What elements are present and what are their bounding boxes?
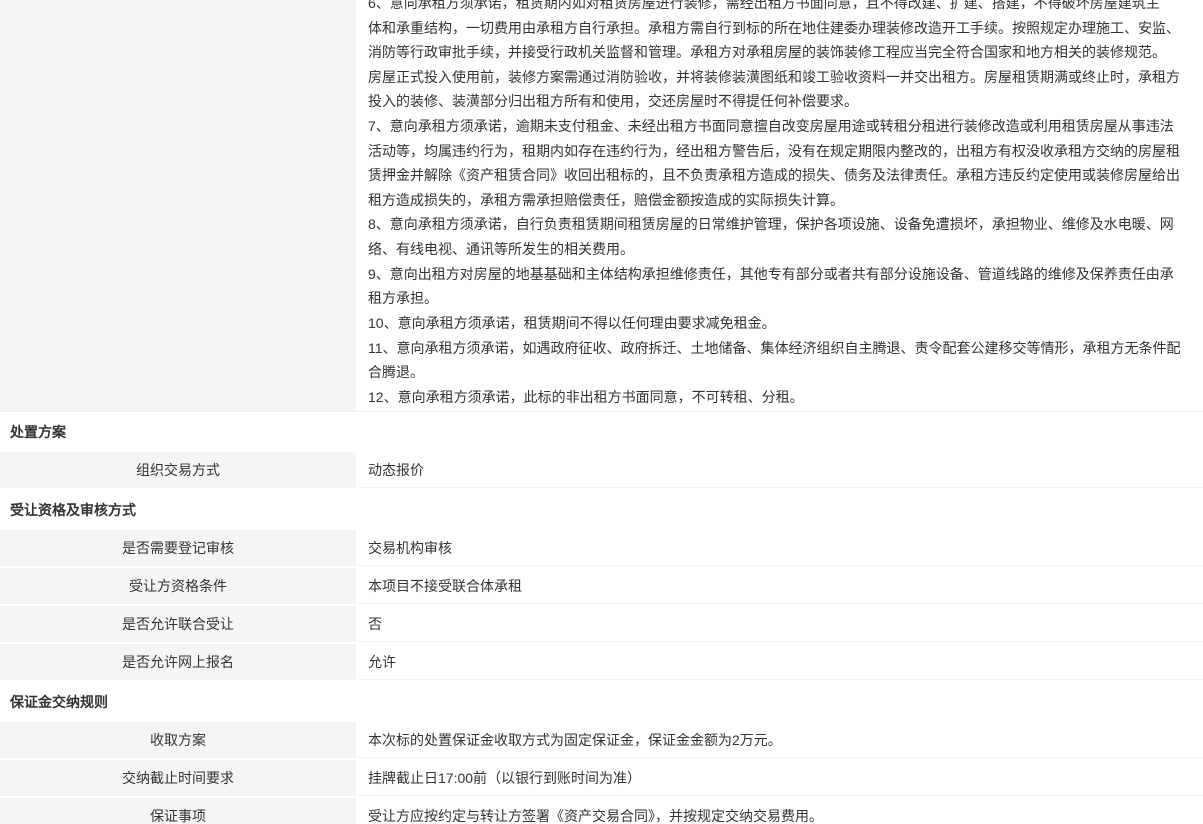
section-rows-disposal-plan: 组织交易方式 动态报价 [0,452,1203,488]
notice-line: 房屋正式投入使用前，装修方案需通过消防验收，并将装修装潢图纸和竣工验收资料一并交… [368,65,1193,90]
notice-line: 消防等行政审批手续，并接受行政机关监督和管理。承租方对承租房屋的装饰装修工程应当… [368,40,1193,65]
field-value: 挂牌截止日17:00前（以银行到账时间为准） [358,760,1203,796]
section-rows-transferee-qualification: 是否需要登记审核 交易机构审核 受让方资格条件 本项目不接受联合体承租 是否允许… [0,530,1203,680]
table-row: 收取方案 本次标的处置保证金收取方式为固定保证金，保证金金额为2万元。 [0,722,1203,758]
field-value: 交易机构审核 [358,530,1203,566]
field-value: 否 [358,606,1203,642]
section-title-disposal-plan: 处置方案 [0,412,1203,452]
asset-listing-detail-table: 6、意向承租方须承诺，租赁期内如对租赁房屋进行装修，需经出租方书面同意，且不得改… [0,0,1203,824]
notice-line: 体和承重结构，一切费用由承租方自行承担。承租方需自行到标的所在地住建委办理装修改… [368,16,1193,41]
section-title-deposit-rules: 保证金交纳规则 [0,682,1203,722]
field-label: 组织交易方式 [0,452,356,488]
field-value: 允许 [358,644,1203,680]
table-row: 是否允许网上报名 允许 [0,644,1203,680]
notice-line: 租方承担。 [368,286,1193,311]
table-row: 保证事项 受让方应按约定与转让方签署《资产交易合同》，并按规定交纳交易费用。 [0,798,1203,824]
notice-lines: 6、意向承租方须承诺，租赁期内如对租赁房屋进行装修，需经出租方书面同意，且不得改… [368,0,1193,409]
notice-line: 7、意向承租方须承诺，逾期未支付租金、未经出租方书面同意擅自改变房屋用途或转租分… [368,114,1193,139]
field-value: 本次标的处置保证金收取方式为固定保证金，保证金金额为2万元。 [358,722,1203,758]
notice-line: 租方造成损失的，承租方需承担赔偿责任，赔偿金额按造成的实际损失计算。 [368,188,1193,213]
notice-line: 投入的装修、装潢部分归出租方所有和使用，交还房屋时不得提任何补偿要求。 [368,89,1193,114]
notice-line: 活动等，均属违约行为，租期内如存在违约行为，经出租方警告后，没有在规定期限内整改… [368,139,1193,164]
field-value: 本项目不接受联合体承租 [358,568,1203,604]
field-label: 是否允许网上报名 [0,644,356,680]
field-label: 交纳截止时间要求 [0,760,356,796]
notice-text: 6、意向承租方须承诺，租赁期内如对租赁房屋进行装修，需经出租方书面同意，且不得改… [358,0,1203,411]
notice-label-cell [0,0,356,411]
table-row: 是否需要登记审核 交易机构审核 [0,530,1203,566]
notice-line: 12、意向承租方须承诺，此标的非出租方书面同意，不可转租、分租。 [368,385,1193,410]
field-label: 是否需要登记审核 [0,530,356,566]
notice-line: 11、意向承租方须承诺，如遇政府征收、政府拆迁、土地储备、集体经济组织自主腾退、… [368,336,1193,361]
notice-line: 络、有线电视、通讯等所发生的相关费用。 [368,237,1193,262]
notice-line: 赁押金并解除《资产租赁合同》收回出租标的，且不负责承租方造成的损失、债务及法律责… [368,163,1193,188]
field-value: 受让方应按约定与转让方签署《资产交易合同》，并按规定交纳交易费用。 [358,798,1203,824]
field-value: 动态报价 [358,452,1203,488]
notice-line: 10、意向承租方须承诺，租赁期间不得以任何理由要求减免租金。 [368,311,1193,336]
section-title-transferee-qualification: 受让资格及审核方式 [0,490,1203,530]
field-label: 受让方资格条件 [0,568,356,604]
field-label: 收取方案 [0,722,356,758]
field-label: 是否允许联合受让 [0,606,356,642]
notice-row: 6、意向承租方须承诺，租赁期内如对租赁房屋进行装修，需经出租方书面同意，且不得改… [0,0,1203,412]
section-rows-deposit-rules: 收取方案 本次标的处置保证金收取方式为固定保证金，保证金金额为2万元。 交纳截止… [0,722,1203,824]
notice-line: 6、意向承租方须承诺，租赁期内如对租赁房屋进行装修，需经出租方书面同意，且不得改… [368,0,1193,16]
table-row: 交纳截止时间要求 挂牌截止日17:00前（以银行到账时间为准） [0,760,1203,796]
field-label: 保证事项 [0,798,356,824]
table-row: 受让方资格条件 本项目不接受联合体承租 [0,568,1203,604]
notice-line: 8、意向承租方须承诺，自行负责租赁期间租赁房屋的日常维护管理，保护各项设施、设备… [368,212,1193,237]
notice-line: 合腾退。 [368,360,1193,385]
table-row: 是否允许联合受让 否 [0,606,1203,642]
table-row: 组织交易方式 动态报价 [0,452,1203,488]
notice-line: 9、意向出租方对房屋的地基基础和主体结构承担维修责任，其他专有部分或者共有部分设… [368,262,1193,287]
